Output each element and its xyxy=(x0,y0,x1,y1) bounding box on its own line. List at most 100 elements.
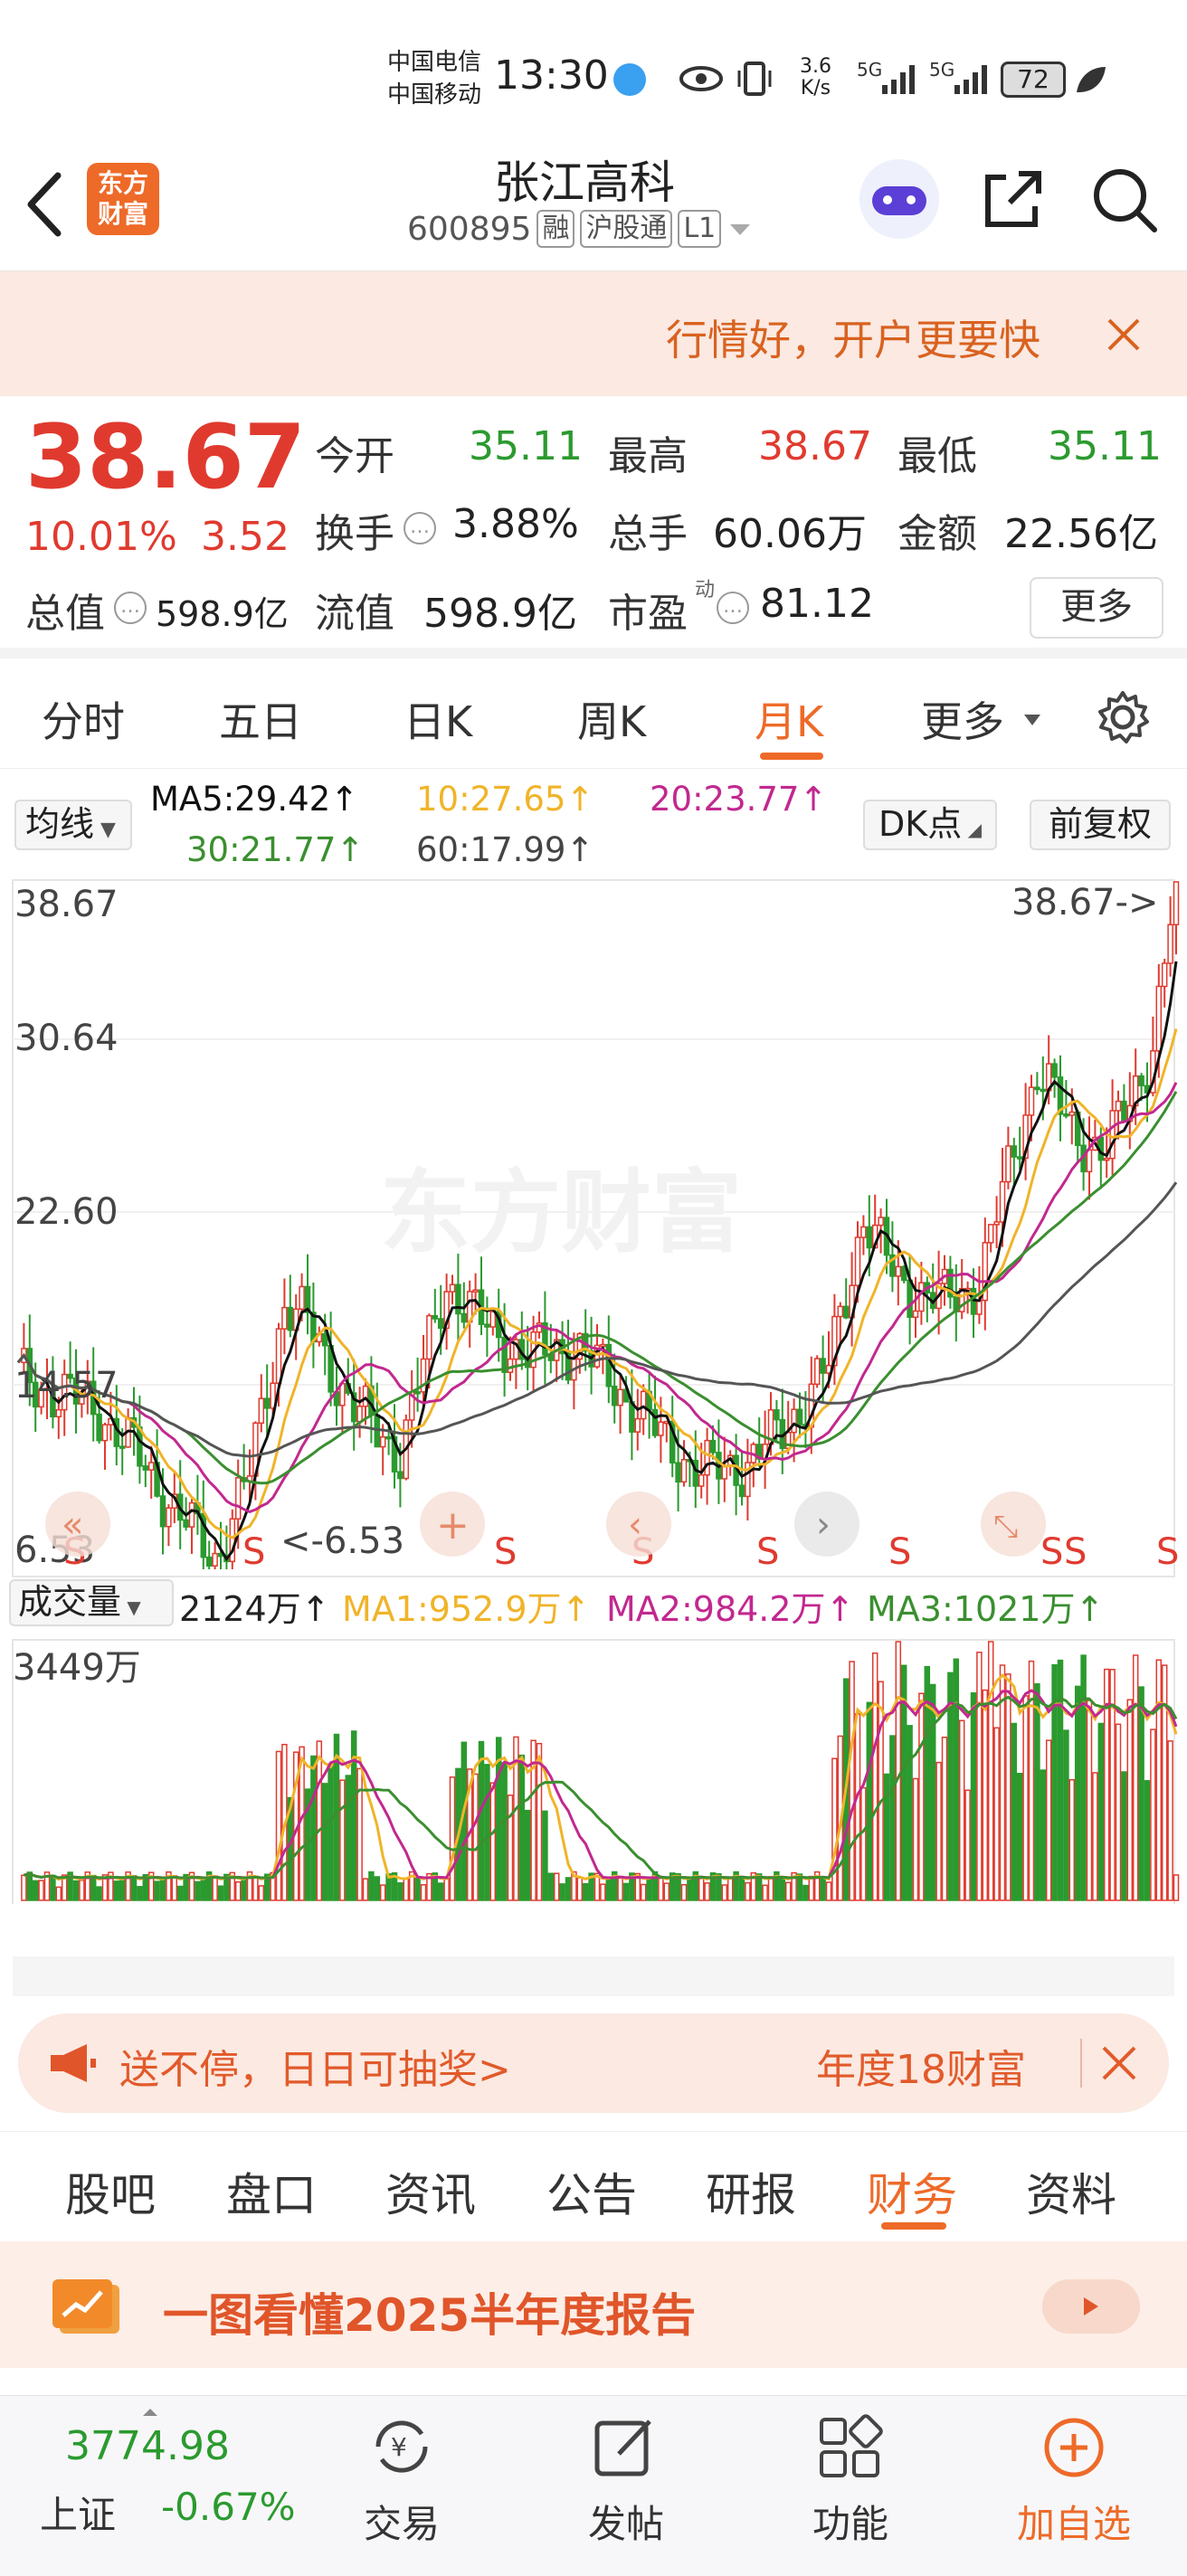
info-icon[interactable]: … xyxy=(404,512,436,545)
volume-bar xyxy=(275,1750,282,1901)
tab-more[interactable]: 更多 xyxy=(921,689,1004,749)
sell-signal: S xyxy=(242,1531,265,1573)
post-icon[interactable] xyxy=(592,2414,659,2481)
index-change[interactable]: -0.67% xyxy=(161,2485,296,2529)
tab-profile[interactable]: 资料 xyxy=(1026,2159,1116,2224)
volume-bar xyxy=(1138,1686,1144,1901)
index-value[interactable]: 3774.98 xyxy=(65,2423,230,2469)
dk-point-button[interactable]: DK点 ◢ xyxy=(863,800,997,850)
add-watchlist-label[interactable]: 加自选 xyxy=(1017,2494,1131,2549)
candle-body xyxy=(437,1318,444,1330)
tab-five-day[interactable]: 五日 xyxy=(219,689,302,749)
volume-selector-label: 成交量 xyxy=(18,1582,122,1622)
expand-up-icon[interactable] xyxy=(141,2407,159,2418)
volume-bar xyxy=(437,1882,444,1901)
volume-bar xyxy=(687,1876,693,1901)
settings-icon[interactable] xyxy=(1093,687,1153,747)
functions-label[interactable]: 功能 xyxy=(812,2494,888,2549)
plus-icon: + xyxy=(436,1502,470,1548)
min-marker: <-6.53 xyxy=(280,1520,404,1562)
candle-body xyxy=(321,1332,328,1347)
tab-intraday[interactable]: 分时 xyxy=(42,689,125,749)
max-marker: 38.67-> xyxy=(1011,882,1158,923)
candle-body xyxy=(658,1421,664,1436)
volume-bar xyxy=(1034,1683,1040,1901)
volume-bar xyxy=(779,1878,786,1901)
candle-body xyxy=(866,1226,873,1249)
candlestick-chart[interactable]: 东方财富 38.67 30.64 22.60 14.57 6.53 38.67-… xyxy=(0,873,1187,1578)
candle-body xyxy=(258,1397,265,1425)
candle-body xyxy=(912,1310,919,1319)
amount-label: 金额 xyxy=(897,511,977,557)
tab-finance[interactable]: 财务 xyxy=(867,2159,957,2224)
tab-pankou[interactable]: 盘口 xyxy=(226,2159,317,2224)
candle-body xyxy=(1103,1157,1110,1161)
volume-bar xyxy=(1068,1778,1076,1901)
play-icon xyxy=(1084,2297,1098,2316)
volume-bar xyxy=(113,1880,120,1901)
candle-body xyxy=(791,1408,797,1434)
tab-monthly-k[interactable]: 月K xyxy=(755,689,823,749)
volume-bar xyxy=(547,1872,555,1901)
tab-research[interactable]: 研报 xyxy=(706,2159,796,2224)
volume-bar xyxy=(964,1789,971,1901)
volume-bar xyxy=(1045,1739,1052,1901)
ma20-line xyxy=(16,1082,1178,1514)
volume-value: 60.06万 xyxy=(713,511,867,557)
candle-body xyxy=(1086,1149,1093,1173)
info-icon[interactable]: … xyxy=(114,592,147,624)
candle-body xyxy=(1167,923,1173,964)
info-icon[interactable]: … xyxy=(717,592,749,624)
clock: 13:30 xyxy=(494,52,609,99)
tab-announcements[interactable]: 公告 xyxy=(546,2159,637,2224)
adjust-button[interactable]: 前复权 xyxy=(1030,800,1171,850)
candle-body xyxy=(414,1391,421,1395)
close-icon[interactable] xyxy=(1104,315,1144,355)
tag-hgt: 沪股通 xyxy=(580,210,673,248)
candle-body xyxy=(166,1507,172,1528)
more-button[interactable]: 更多 xyxy=(1030,577,1163,639)
tab-guba[interactable]: 股吧 xyxy=(65,2159,156,2224)
functions-icon[interactable] xyxy=(816,2414,883,2481)
volume-bar xyxy=(582,1882,589,1901)
volume-bar xyxy=(878,1681,884,1901)
tab-weekly-k[interactable]: 周K xyxy=(577,689,646,749)
lottery-promo-bar[interactable]: 送不停，日日可抽奖> 年度18财富 xyxy=(18,2013,1169,2113)
volume-chart[interactable]: 3449万 201610 201908 202208 202508 xyxy=(0,1633,1187,1960)
candle-body xyxy=(379,1435,386,1448)
volume-indicator-selector[interactable]: 成交量 ▼ xyxy=(9,1579,174,1626)
active-section-indicator xyxy=(881,2222,946,2230)
add-watchlist-icon[interactable] xyxy=(1040,2414,1107,2481)
app-logo[interactable]: 东方 财富 xyxy=(87,163,159,235)
tab-news[interactable]: 资讯 xyxy=(385,2159,476,2224)
candle-body xyxy=(385,1435,392,1440)
search-icon[interactable] xyxy=(1089,165,1158,233)
play-button[interactable] xyxy=(1042,2279,1140,2334)
account-promo-banner[interactable]: 行情好，开户更要快 xyxy=(0,271,1187,396)
back-icon[interactable] xyxy=(24,170,65,239)
volume-bar xyxy=(854,1713,861,1901)
volume-bar xyxy=(55,1886,62,1901)
volume-bar xyxy=(542,1810,548,1901)
post-label[interactable]: 发帖 xyxy=(588,2494,664,2549)
ai-assistant-avatar[interactable] xyxy=(859,159,939,239)
candle-body xyxy=(501,1336,508,1373)
carrier-1: 中国电信 xyxy=(387,49,482,76)
volume-bar xyxy=(820,1878,826,1901)
report-banner[interactable]: 一图看懂2025半年度报告 xyxy=(0,2241,1187,2368)
index-name[interactable]: 上证 xyxy=(40,2485,116,2540)
candle-body xyxy=(651,1408,659,1436)
share-icon[interactable] xyxy=(979,165,1048,233)
turnover-label: 换手 xyxy=(315,511,394,557)
indicator-selector[interactable]: 均线 ▼ xyxy=(14,800,132,850)
trade-icon[interactable]: ¥ xyxy=(366,2414,438,2479)
float-label: 流值 xyxy=(315,591,394,637)
trade-label[interactable]: 交易 xyxy=(364,2494,440,2549)
stock-code-row[interactable]: 600895 融 沪股通 L1 xyxy=(407,210,754,248)
indicator-selector-label: 均线 xyxy=(25,804,95,844)
candle-body xyxy=(449,1283,456,1293)
tab-daily-k[interactable]: 日K xyxy=(404,689,472,749)
close-icon[interactable] xyxy=(1100,2044,1138,2082)
open-label: 今开 xyxy=(315,433,394,479)
volume-bar xyxy=(403,1878,410,1901)
